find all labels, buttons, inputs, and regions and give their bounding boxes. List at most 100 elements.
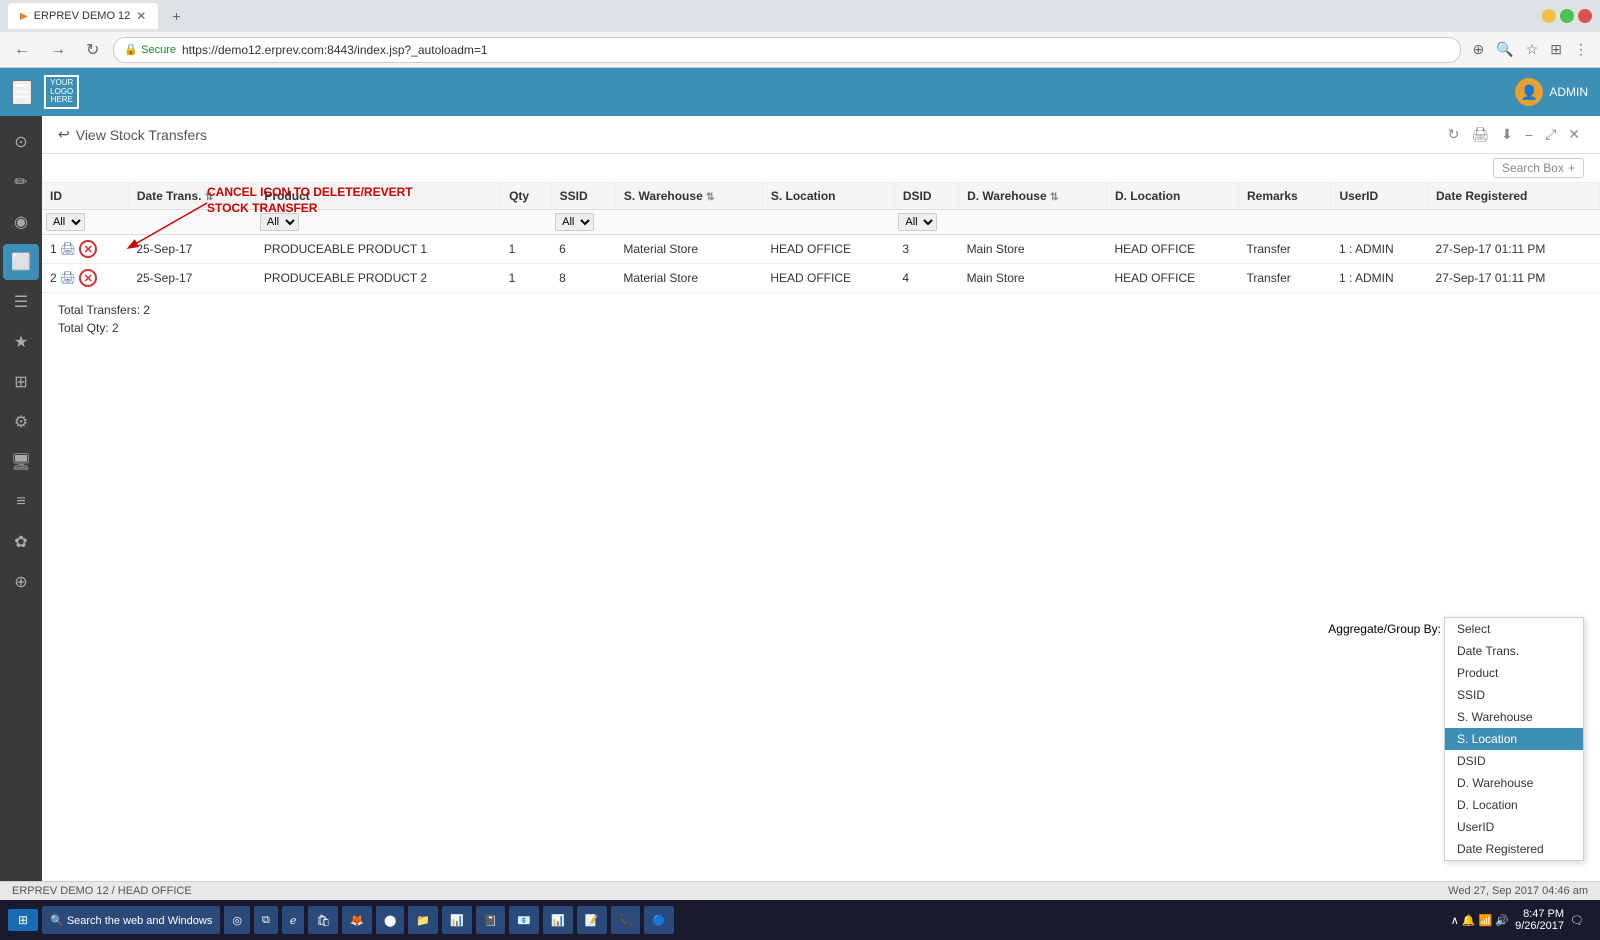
location-icon[interactable]: ⊕: [1469, 39, 1489, 60]
taskbar-firefox[interactable]: 🦊: [342, 906, 372, 934]
sidebar-item-monitor[interactable]: 🖥: [3, 444, 39, 480]
taskbar-skype[interactable]: 📞: [611, 906, 641, 934]
dropdown-item-date-registered[interactable]: Date Registered: [1445, 838, 1583, 860]
sidebar-item-settings[interactable]: ⚙: [3, 404, 39, 440]
app-wrapper: ☰ YOURLOGOHERE 👤 ADMIN ⊙ ✏ ◉ ⬜ ☰ ★ ⊞ ⚙ 🖥…: [0, 68, 1600, 900]
taskbar-word[interactable]: 📝: [577, 906, 607, 934]
taskbar-store[interactable]: 🛍: [308, 906, 338, 934]
browser-titlebar: ▶ ERPREV DEMO 12 ✕ +: [0, 0, 1600, 32]
start-button[interactable]: ⊞: [8, 909, 38, 931]
admin-label: ADMIN: [1549, 85, 1588, 99]
dropdown-item-s-warehouse[interactable]: S. Warehouse: [1445, 706, 1583, 728]
new-tab-button[interactable]: +: [166, 6, 186, 26]
taskbar-search[interactable]: 🔍 Search the web and Windows: [42, 906, 220, 934]
taskbar-edge[interactable]: ℯ: [282, 906, 305, 934]
row-number: 2: [50, 271, 57, 285]
cell-date-trans: 25-Sep-17: [128, 235, 256, 264]
sidebar-item-dashboard[interactable]: ⊙: [3, 124, 39, 160]
filter-id[interactable]: All: [46, 213, 85, 231]
taskbar-other[interactable]: 🔵: [644, 906, 674, 934]
sidebar-item-menu2[interactable]: ≡: [3, 484, 39, 520]
clock-date: 9/26/2017: [1515, 920, 1564, 932]
sidebar-item-box[interactable]: ⬜: [3, 244, 39, 280]
expand-button[interactable]: ⤢: [1541, 124, 1560, 145]
taskbar-files[interactable]: 📁: [408, 906, 438, 934]
sidebar-item-star[interactable]: ★: [3, 324, 39, 360]
close-page-button[interactable]: ✕: [1564, 124, 1584, 145]
col-d-location: D. Location: [1106, 183, 1238, 210]
print-icon[interactable]: 🖨: [60, 270, 77, 286]
close-button[interactable]: [1578, 9, 1592, 23]
browser-tab[interactable]: ▶ ERPREV DEMO 12 ✕: [8, 3, 158, 29]
taskbar-chrome[interactable]: ⬤: [376, 906, 404, 934]
dropdown-item-d-location[interactable]: D. Location: [1445, 794, 1583, 816]
sidebar-item-flower[interactable]: ✿: [3, 524, 39, 560]
cancel-icon[interactable]: ✕: [79, 240, 97, 258]
sidebar-item-circle[interactable]: ◉: [3, 204, 39, 240]
taskbar-tray: ∧ 🔔 📶 🔊 8:47 PM 9/26/2017 🗨: [1443, 908, 1592, 932]
col-remarks: Remarks: [1239, 183, 1331, 210]
refresh-page-button[interactable]: ↻: [1444, 124, 1464, 145]
taskbar-cortana[interactable]: ◎: [224, 906, 250, 934]
table-area: ID Date Trans. ⇅ Product Qty SSID S. War…: [42, 183, 1600, 881]
page-title: ↩ View Stock Transfers: [58, 126, 207, 143]
cell-d-warehouse: Main Store: [959, 235, 1107, 264]
dropdown-item-dsid[interactable]: DSID: [1445, 750, 1583, 772]
logo: YOURLOGOHERE: [44, 75, 79, 109]
back-button[interactable]: ←: [8, 39, 36, 61]
table-row: 2 🖨 ✕ 25-Sep-17 PRODUCEABLE PRODUCT 2 1 …: [42, 264, 1600, 293]
cell-date-registered: 27-Sep-17 01:11 PM: [1428, 264, 1600, 293]
sidebar-item-list[interactable]: ☰: [3, 284, 39, 320]
tab-close-button[interactable]: ✕: [136, 9, 146, 23]
sidebar-item-grid[interactable]: ⊞: [3, 364, 39, 400]
window-controls: [1542, 9, 1592, 23]
taskbar-excel[interactable]: 📊: [442, 906, 472, 934]
dropdown-item-date-trans[interactable]: Date Trans.: [1445, 640, 1583, 662]
col-dsid: DSID: [894, 183, 958, 210]
minimize-button[interactable]: [1542, 9, 1556, 23]
page-title-icon: ↩: [58, 126, 70, 143]
taskbar-ppt[interactable]: 📊: [543, 906, 573, 934]
download-button[interactable]: ⬇: [1497, 124, 1517, 145]
bookmark-icon[interactable]: ☆: [1522, 39, 1543, 60]
dropdown-item-s-location[interactable]: S. Location: [1445, 728, 1583, 750]
cell-date-trans: 25-Sep-17: [128, 264, 256, 293]
filter-product[interactable]: All: [260, 213, 299, 231]
address-input[interactable]: 🔒 Secure https://demo12.erprev.com:8443/…: [113, 37, 1460, 63]
filter-dsid[interactable]: All: [898, 213, 937, 231]
notification-icon[interactable]: 🗨: [1570, 914, 1584, 927]
taskbar-outlook[interactable]: 📧: [509, 906, 539, 934]
print-page-button[interactable]: 🖨: [1467, 124, 1493, 145]
restore-button[interactable]: [1560, 9, 1574, 23]
refresh-button[interactable]: ↻: [80, 38, 105, 62]
forward-button[interactable]: →: [44, 39, 72, 61]
search-icon[interactable]: 🔍: [1492, 39, 1517, 60]
dropdown-item-select[interactable]: Select: [1445, 618, 1583, 640]
hamburger-menu[interactable]: ☰: [12, 80, 32, 105]
minimize-page-button[interactable]: −: [1521, 124, 1537, 145]
dropdown-item-ssid[interactable]: SSID: [1445, 684, 1583, 706]
tab-title: ERPREV DEMO 12: [34, 10, 131, 22]
cancel-icon[interactable]: ✕: [79, 269, 97, 287]
toolbar: Search Box +: [42, 154, 1600, 183]
cell-qty: 1: [501, 235, 552, 264]
search-box-label: Search Box: [1502, 161, 1564, 175]
cell-id: 2 🖨 ✕: [42, 264, 128, 293]
dropdown-item-d-warehouse[interactable]: D. Warehouse: [1445, 772, 1583, 794]
address-bar: ← → ↻ 🔒 Secure https://demo12.erprev.com…: [0, 32, 1600, 68]
taskbar-onenote[interactable]: 📓: [476, 906, 506, 934]
extensions-icon[interactable]: ⊞: [1546, 39, 1566, 60]
dropdown-item-userid[interactable]: UserID: [1445, 816, 1583, 838]
filter-ssid[interactable]: All: [555, 213, 594, 231]
sidebar-item-plus[interactable]: ⊕: [3, 564, 39, 600]
taskbar-taskview[interactable]: ⧉: [254, 906, 278, 934]
tab-icon: ▶: [20, 11, 28, 22]
total-qty: Total Qty: 2: [58, 321, 1584, 335]
menu-icon[interactable]: ⋮: [1570, 39, 1592, 60]
dropdown-item-product[interactable]: Product: [1445, 662, 1583, 684]
col-s-location: S. Location: [762, 183, 894, 210]
search-box[interactable]: Search Box +: [1493, 158, 1584, 178]
sidebar-item-edit[interactable]: ✏: [3, 164, 39, 200]
tray-icons: ∧ 🔔 📶 🔊: [1451, 914, 1509, 927]
print-icon[interactable]: 🖨: [60, 241, 77, 257]
